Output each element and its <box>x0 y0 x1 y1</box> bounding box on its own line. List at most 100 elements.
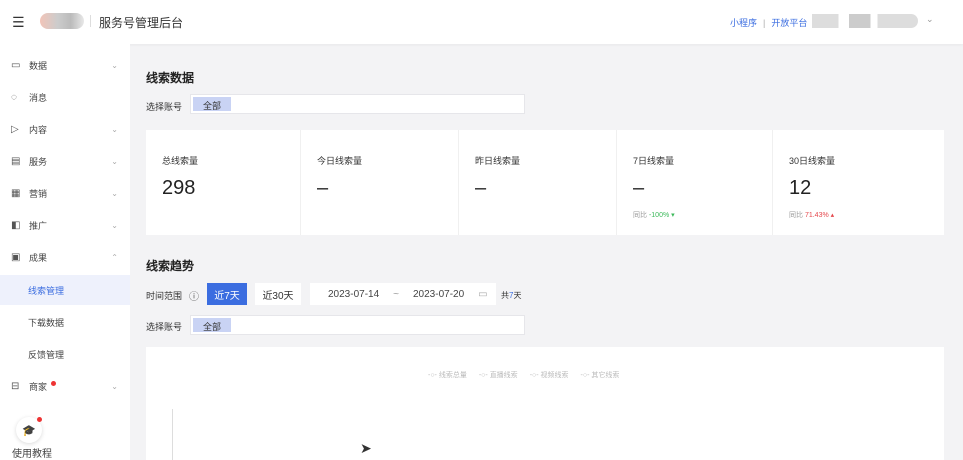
stat-value: – <box>475 177 487 199</box>
store-icon: ⊟ <box>11 380 20 392</box>
chat-icon: ◌ <box>11 91 17 103</box>
account-tag: 全部 <box>193 318 232 332</box>
chevron-down-icon: ⌄ <box>111 220 118 230</box>
sidebar-item-data[interactable]: ▭ 数据 ⌄ <box>0 50 130 80</box>
legend-item-video[interactable]: -○- 视频线索 <box>530 370 569 380</box>
last-30-days-button[interactable]: 近30天 <box>255 283 301 305</box>
divider <box>90 15 91 27</box>
sidebar-item-merchant[interactable]: ⊟ 商家 ⌄ <box>0 371 130 401</box>
start-date: 2023-07-14 <box>328 288 380 300</box>
compare-label: 同比 <box>789 212 803 219</box>
stat-value: 298 <box>162 177 196 199</box>
legend-label: 线索总量 <box>438 372 467 379</box>
stat-title: 7日线索量 <box>633 156 675 166</box>
sidebar-item-download-data[interactable]: 下载数据 <box>0 307 130 337</box>
tutorial-label[interactable]: 使用教程 <box>12 445 52 460</box>
sidebar-item-label: 内容 <box>29 124 48 135</box>
mini-program-link[interactable]: 小程序 <box>730 18 757 28</box>
legend-item-total[interactable]: -○- 线索总量 <box>428 370 467 380</box>
logo <box>40 13 84 29</box>
result-icon: ▣ <box>11 251 21 263</box>
sidebar-item-service[interactable]: ▤ 服务 ⌄ <box>0 146 130 176</box>
grid-icon: ▦ <box>11 187 21 199</box>
notification-dot <box>51 380 57 386</box>
sidebar-item-content[interactable]: ▷ 内容 ⌄ <box>0 114 130 144</box>
chevron-down-icon: ⌄ <box>111 124 118 134</box>
date-separator: ~ <box>393 288 399 300</box>
chevron-down-icon: ⌄ <box>111 188 118 198</box>
stat-compare: 同比 -100% ▾ <box>633 210 772 220</box>
sidebar-item-messages[interactable]: ◌ 消息 <box>0 82 130 112</box>
calendar-icon: ▤ <box>11 155 21 167</box>
stat-today: 今日线索量 – <box>300 130 458 235</box>
sidebar: ▭ 数据 ⌄ ◌ 消息 ▷ 内容 ⌄ ▤ 服务 ⌄ ▦ 营销 ⌄ ◧ 推广 ⌄ ▣ 成果 ⌃ 线索管理 下… <box>0 44 130 460</box>
stat-title: 昨日线索量 <box>475 156 521 166</box>
legend-item-other[interactable]: -○- 其它线索 <box>581 370 620 380</box>
sidebar-item-label: 商家 <box>29 381 48 392</box>
sidebar-item-marketing[interactable]: ▦ 营销 ⌄ <box>0 178 130 208</box>
trend-account-label: 选择账号 <box>146 322 183 332</box>
compare-value: -100% ▾ <box>648 212 675 219</box>
sidebar-item-results[interactable]: ▣ 成果 ⌃ <box>0 242 130 272</box>
stat-title: 今日线索量 <box>317 156 363 166</box>
stat-7day: 7日线索量 – 同比 -100% ▾ <box>616 130 772 235</box>
sidebar-item-feedback[interactable]: 反馈管理 <box>0 339 130 369</box>
stat-yesterday: 昨日线索量 – <box>458 130 616 235</box>
app-title: 服务号管理后台 <box>99 16 184 30</box>
account-label: 选择账号 <box>146 102 183 112</box>
sidebar-item-label: 服务 <box>29 156 48 167</box>
user-account[interactable] <box>812 14 918 28</box>
stats-card: 总线索量 298 今日线索量 – 昨日线索量 – 7日线索量 – 同比 -100% ▾ 3… <box>146 130 944 235</box>
monitor-icon: ▭ <box>11 59 21 71</box>
trend-account-select[interactable]: 全部 <box>190 315 525 335</box>
last-7-days-button[interactable]: 近7天 <box>207 283 247 305</box>
graduation-cap-icon: 🎓 <box>22 424 36 437</box>
stat-value: – <box>317 177 329 199</box>
stat-total: 总线索量 298 <box>146 130 300 235</box>
stat-title: 30日线索量 <box>789 156 836 166</box>
leads-trend-title: 线索趋势 <box>146 259 195 273</box>
sidebar-item-label: 营销 <box>29 188 48 199</box>
legend-label: 其它线索 <box>591 372 620 379</box>
total-suffix: 天 <box>513 291 522 300</box>
time-range-label: 时间范围 <box>146 291 183 301</box>
tutorial-button[interactable]: 🎓 <box>16 417 42 443</box>
chart-legend: -○- 线索总量 -○- 直播线索 -○- 视频线索 -○- 其它线索 <box>428 370 619 380</box>
legend-label: 直播线索 <box>489 372 518 379</box>
stat-value: 12 <box>789 177 812 199</box>
sidebar-item-label: 成果 <box>29 252 48 263</box>
video-icon: ▷ <box>11 123 19 135</box>
notification-dot <box>37 417 42 422</box>
info-icon[interactable]: ⓘ <box>189 288 199 303</box>
stat-30day: 30日线索量 12 同比 71.43% ▴ <box>772 130 944 235</box>
total-prefix: 共 <box>501 291 509 300</box>
leads-data-title: 线索数据 <box>146 71 195 85</box>
sidebar-item-label: 推广 <box>29 220 48 231</box>
chevron-down-icon[interactable]: ⌄ <box>926 14 934 25</box>
stat-compare: 同比 71.43% ▴ <box>789 210 944 220</box>
top-header: ☰ 服务号管理后台 小程序 | 开放平台 ⌄ <box>0 0 963 44</box>
open-platform-link[interactable]: 开放平台 <box>771 18 807 28</box>
account-tag: 全部 <box>193 97 232 111</box>
end-date: 2023-07-20 <box>413 288 465 300</box>
legend-item-live[interactable]: -○- 直播线索 <box>479 370 518 380</box>
date-range-picker[interactable]: 2023-07-14 ~2023-07-20 ▭ <box>310 283 496 305</box>
promote-icon: ◧ <box>11 219 21 231</box>
sidebar-item-lead-management[interactable]: 线索管理 <box>0 275 130 305</box>
calendar-icon: ▭ <box>478 288 488 300</box>
stat-title: 总线索量 <box>162 156 199 166</box>
menu-toggle-icon[interactable]: ☰ <box>12 14 25 31</box>
sidebar-item-promotion[interactable]: ◧ 推广 ⌄ <box>0 210 130 240</box>
compare-label: 同比 <box>633 212 647 219</box>
header-links: 小程序 | 开放平台 <box>730 18 808 28</box>
trend-chart <box>146 347 944 460</box>
chevron-down-icon: ⌄ <box>111 156 118 166</box>
sidebar-item-label: 数据 <box>29 60 48 71</box>
total-days: 共7天 <box>501 290 521 301</box>
chart-y-axis <box>172 409 173 460</box>
account-select[interactable]: 全部 <box>190 94 525 114</box>
chevron-up-icon: ⌃ <box>111 252 118 262</box>
stat-value: – <box>633 177 645 199</box>
legend-label: 视频线索 <box>540 372 569 379</box>
chevron-down-icon: ⌄ <box>111 381 118 391</box>
